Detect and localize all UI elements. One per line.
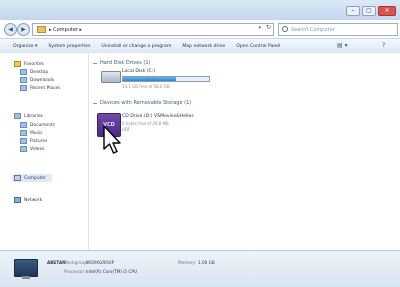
search-icon [282, 26, 288, 32]
documents-icon [20, 122, 27, 128]
hard-drive-icon[interactable] [101, 71, 121, 83]
processor-value: Intel(R) Core(TM) i5 CPU [86, 269, 137, 274]
sidebar-label: Desktop [30, 69, 49, 75]
memory-label: Memory: [178, 260, 197, 265]
group-header-removable[interactable]: Devices with Removable Storage (1) [93, 100, 191, 106]
drive-item-local-disk[interactable] [89, 53, 90, 54]
back-button[interactable]: ◀ [4, 23, 17, 36]
processor-label: Processor: [64, 269, 86, 274]
mouse-pointer-icon [103, 125, 121, 154]
search-placeholder: Search Computer [291, 26, 335, 33]
address-dropdown-icon[interactable]: ▾ [258, 25, 261, 31]
view-options-icon[interactable]: ▤ ▾ [337, 42, 348, 49]
cd-drive-name[interactable]: CD Drive (D:) VSMovies&Helles [122, 114, 194, 119]
organize-button[interactable]: Organize ▾ [13, 44, 37, 49]
sidebar-item-videos[interactable]: Videos [20, 146, 45, 152]
sidebar-label: Music [30, 130, 43, 136]
sidebar-item-music[interactable]: Music [20, 130, 43, 136]
drive-usage-bar [122, 76, 210, 82]
group-divider [93, 102, 97, 104]
navigation-row: ◀ ▶ ▸ Computer ▸ ▾ ↻ Search Computer [4, 22, 398, 36]
computer-name: ABETAN [47, 260, 66, 265]
details-pane: ABETAN Workgroup: WORKGROUP Memory: 1.00… [0, 250, 400, 287]
sidebar-item-downloads[interactable]: Downloads [20, 77, 54, 83]
map-network-drive-button[interactable]: Map network drive [182, 44, 225, 49]
sidebar-label: Pictures [30, 138, 48, 144]
group-title: Hard Disk Drives (1) [100, 60, 151, 66]
sidebar-label: Favorites [24, 61, 44, 67]
downloads-icon [20, 77, 27, 83]
open-control-panel-button[interactable]: Open Control Panel [236, 44, 280, 49]
command-bar: Organize ▾ System properties Uninstall o… [0, 38, 400, 54]
monitor-stand [22, 276, 30, 279]
drive-free-space: 33.1 GB free of 58.0 GB [122, 84, 170, 89]
sidebar-label: Recent Places [30, 85, 61, 91]
sidebar-item-libraries[interactable]: Libraries [14, 113, 43, 119]
music-icon [20, 130, 27, 136]
sidebar-item-favorites[interactable]: Favorites [14, 61, 44, 67]
maximize-button[interactable]: ▢ [362, 6, 376, 16]
system-properties-button[interactable]: System properties [48, 44, 90, 49]
address-bar[interactable]: ▸ Computer ▸ ▾ ↻ [32, 23, 274, 36]
library-icon [14, 113, 21, 119]
workgroup-value: WORKGROUP [86, 260, 115, 265]
pictures-icon [20, 138, 27, 144]
network-icon [14, 197, 21, 203]
group-title: Devices with Removable Storage (1) [100, 100, 192, 106]
computer-icon [37, 26, 46, 33]
sidebar-item-pictures[interactable]: Pictures [20, 138, 47, 144]
drive-usage-fill [123, 77, 177, 81]
videos-icon [20, 146, 27, 152]
help-icon[interactable]: ? [382, 42, 385, 49]
cd-drive-filesystem: UDF [122, 127, 131, 132]
search-input[interactable]: Search Computer [278, 23, 398, 36]
desktop-icon [20, 69, 27, 75]
window-controls: – ▢ ✕ [346, 6, 396, 16]
close-button[interactable]: ✕ [378, 6, 396, 16]
navigation-pane: Favorites Desktop Downloads Recent Place… [0, 53, 89, 250]
cd-drive-free: 0 bytes free of 29.8 MB [122, 121, 169, 126]
title-bar: – ▢ ✕ [0, 0, 400, 20]
sidebar-label: Downloads [30, 77, 55, 83]
minimize-button[interactable]: – [346, 6, 360, 16]
computer-icon [14, 259, 38, 279]
sidebar-item-recent-places[interactable]: Recent Places [20, 85, 61, 91]
sidebar-label: Videos [30, 146, 45, 152]
sidebar-item-documents[interactable]: Documents [20, 122, 55, 128]
sidebar-item-desktop[interactable]: Desktop [20, 69, 48, 75]
group-divider [93, 62, 97, 64]
sidebar-item-network[interactable]: Network [14, 197, 42, 203]
computer-icon [14, 175, 21, 181]
drive-name: Local Disk (C:) [122, 69, 156, 74]
forward-button[interactable]: ▶ [17, 23, 30, 36]
memory-value: 1.00 GB [198, 260, 215, 265]
sidebar-item-computer[interactable]: Computer [12, 174, 52, 182]
refresh-icon[interactable]: ↻ [266, 24, 271, 31]
group-header-hard-disks[interactable]: Hard Disk Drives (1) [93, 60, 151, 66]
workgroup-label: Workgroup: [64, 260, 89, 265]
uninstall-program-button[interactable]: Uninstall or change a program [101, 44, 171, 49]
sidebar-label: Computer [24, 175, 46, 181]
recent-places-icon [20, 85, 27, 91]
address-path: ▸ Computer ▸ [49, 26, 83, 33]
star-icon [14, 61, 21, 67]
content-pane: Hard Disk Drives (1) Local Disk (C:) 33.… [89, 53, 400, 250]
sidebar-label: Network [24, 197, 43, 203]
sidebar-label: Documents [30, 122, 56, 128]
sidebar-label: Libraries [24, 113, 43, 119]
